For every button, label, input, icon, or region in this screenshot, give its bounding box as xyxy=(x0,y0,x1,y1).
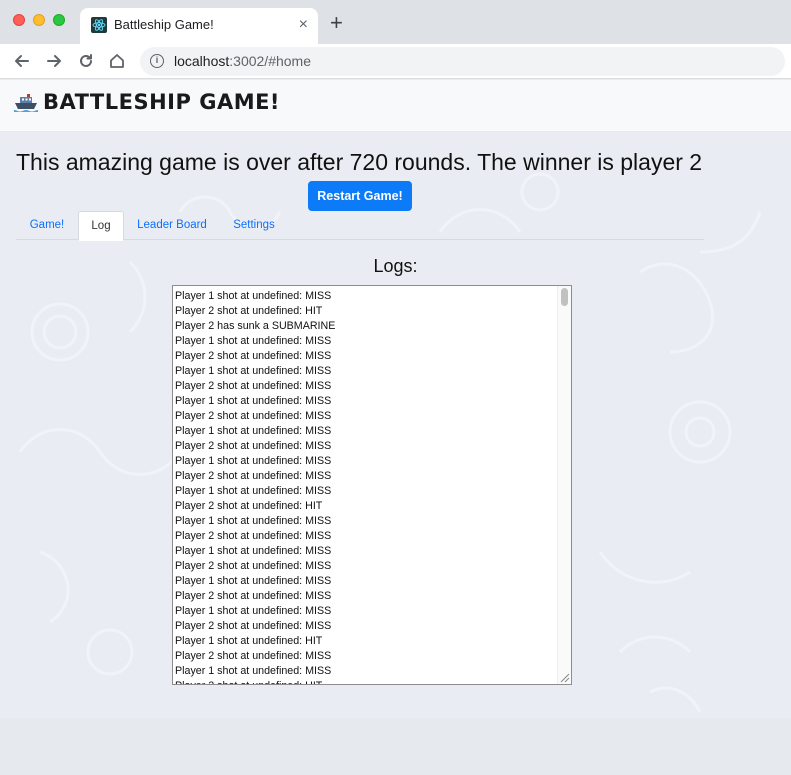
log-line: Player 2 shot at undefined: MISS xyxy=(175,380,332,392)
browser-tab-strip: Battleship Game! × + xyxy=(0,0,791,44)
react-favicon-icon xyxy=(91,17,107,33)
log-line: Player 1 shot at undefined: MISS xyxy=(175,335,332,347)
resize-handle-icon[interactable] xyxy=(558,671,570,683)
log-line: Player 1 shot at undefined: MISS xyxy=(175,485,332,497)
close-tab-icon[interactable]: × xyxy=(299,15,308,35)
tab-leader-board[interactable]: Leader Board xyxy=(124,211,220,240)
log-line: Player 1 shot at undefined: MISS xyxy=(175,365,332,377)
log-line: Player 2 shot at undefined: MISS xyxy=(175,440,332,452)
log-line: Player 1 shot at undefined: MISS xyxy=(175,455,332,467)
minimize-window-button[interactable] xyxy=(33,14,45,26)
info-icon[interactable]: i xyxy=(150,54,164,68)
log-line: Player 2 shot at undefined: HIT xyxy=(175,679,335,684)
maximize-window-button[interactable] xyxy=(53,14,65,26)
address-bar[interactable]: i localhost:3002/#home xyxy=(140,47,785,76)
log-line: Player 2 shot at undefined: MISS xyxy=(175,470,332,482)
ship-logo-icon xyxy=(14,94,38,112)
close-window-button[interactable] xyxy=(13,14,25,26)
reload-icon[interactable] xyxy=(76,51,96,71)
log-line: Player 2 shot at undefined: HIT xyxy=(175,500,323,512)
log-line: Player 1 shot at undefined: MISS xyxy=(175,290,332,302)
log-line: Player 2 shot at undefined: MISS xyxy=(175,560,332,572)
log-line: Player 1 shot at undefined: HIT xyxy=(175,635,323,647)
app-header: BATTLESHIP GAME! xyxy=(0,80,791,132)
app-title: BATTLESHIP GAME! xyxy=(43,90,281,114)
log-line: Player 1 shot at undefined: MISS xyxy=(175,665,332,677)
log-line: Player 2 shot at undefined: HIT xyxy=(175,305,323,317)
tab-log[interactable]: Log xyxy=(78,211,124,241)
log-line: Player 2 shot at undefined: MISS xyxy=(175,620,332,632)
url-text: localhost:3002/#home xyxy=(174,53,311,69)
log-scrollbar-thumb[interactable] xyxy=(561,288,568,306)
log-line: Player 1 shot at undefined: MISS xyxy=(175,545,332,557)
browser-tab-title: Battleship Game! xyxy=(114,17,214,32)
browser-toolbar: i localhost:3002/#home xyxy=(0,44,791,79)
log-line: Player 2 shot at undefined: MISS xyxy=(175,410,332,422)
log-line: Player 2 shot at undefined: MISS xyxy=(175,350,332,362)
main-content: This amazing game is over after 720 roun… xyxy=(0,132,791,718)
log-line: Player 1 shot at undefined: MISS xyxy=(175,575,332,587)
browser-tab[interactable]: Battleship Game! × xyxy=(80,8,318,44)
tab-game[interactable]: Game! xyxy=(16,211,78,240)
log-line: Player 1 shot at undefined: MISS xyxy=(175,395,332,407)
log-line: Player 1 shot at undefined: MISS xyxy=(175,605,332,617)
url-host: localhost xyxy=(174,53,230,69)
log-line: Player 2 shot at undefined: MISS xyxy=(175,650,332,662)
page-footer-area xyxy=(0,718,791,775)
log-line: Player 1 shot at undefined: MISS xyxy=(175,425,332,437)
restart-game-button[interactable]: Restart Game! xyxy=(308,181,412,211)
game-status-headline: This amazing game is over after 720 roun… xyxy=(16,149,703,175)
forward-arrow-icon[interactable] xyxy=(44,51,64,71)
url-path: :3002/#home xyxy=(229,53,311,69)
home-icon[interactable] xyxy=(107,51,127,71)
log-line: Player 2 shot at undefined: MISS xyxy=(175,590,332,602)
log-lines: Player 1 shot at undefined: MISS Player 2… xyxy=(175,289,336,684)
back-arrow-icon[interactable] xyxy=(12,51,32,71)
log-scrollbar[interactable] xyxy=(557,286,571,684)
tab-bar: Game! Log Leader Board Settings xyxy=(16,211,704,241)
new-tab-icon[interactable]: + xyxy=(330,12,343,34)
log-line: Player 2 has sunk a SUBMARINE xyxy=(175,320,336,332)
log-line: Player 1 shot at undefined: MISS xyxy=(175,515,332,527)
log-textarea[interactable]: Player 1 shot at undefined: MISS Player 2… xyxy=(172,285,572,685)
logs-heading: Logs: xyxy=(373,256,418,276)
log-line: Player 2 shot at undefined: MISS xyxy=(175,530,332,542)
tab-settings[interactable]: Settings xyxy=(220,211,288,240)
